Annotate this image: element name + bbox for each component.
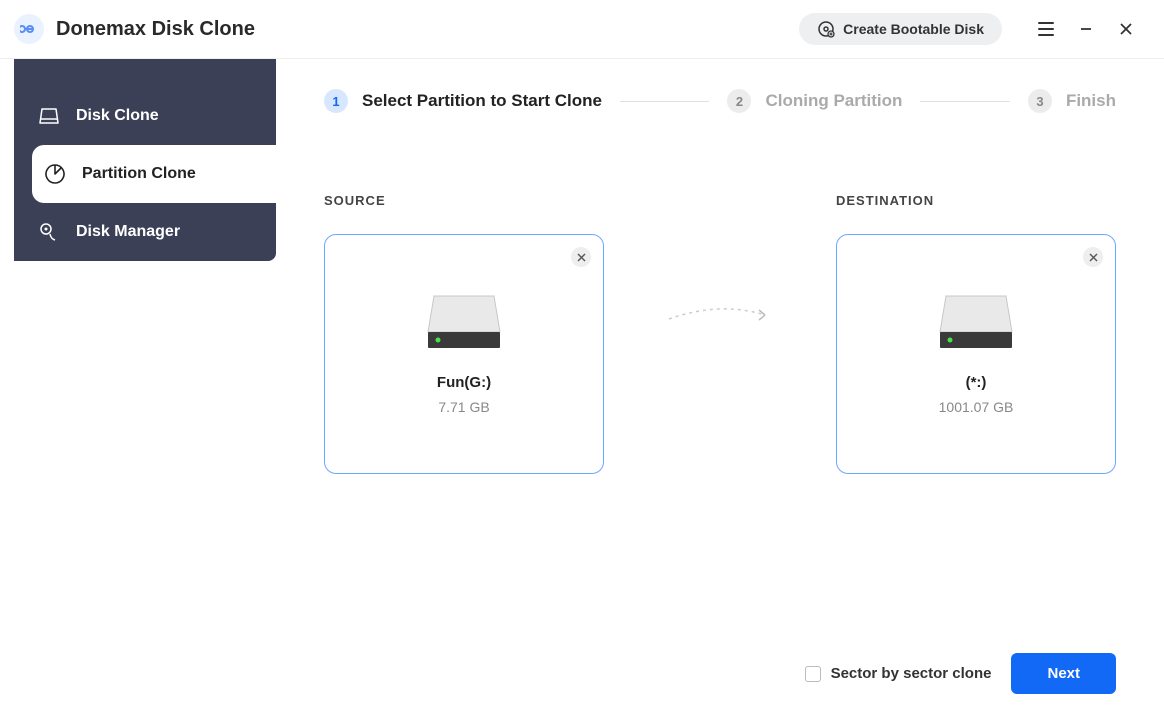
destination-drive-size: 1001.07 GB: [939, 399, 1014, 415]
destination-header: DESTINATION: [836, 193, 1116, 208]
minimize-icon: [1079, 22, 1093, 36]
minimize-button[interactable]: [1066, 11, 1106, 47]
step-label: Select Partition to Start Clone: [362, 91, 602, 111]
close-icon: [1089, 253, 1098, 262]
close-icon: [577, 253, 586, 262]
disk-icon: [38, 105, 60, 127]
destination-drive-card[interactable]: (*:) 1001.07 GB: [836, 234, 1116, 474]
sidebar-item-partition-clone[interactable]: Partition Clone: [32, 145, 276, 203]
checkbox-box: [805, 666, 821, 682]
drive-icon: [936, 294, 1016, 350]
step-label: Cloning Partition: [765, 91, 902, 111]
create-bootable-disk-button[interactable]: Create Bootable Disk: [799, 13, 1002, 45]
disk-icon: [817, 20, 835, 38]
stepper: 1 Select Partition to Start Clone 2 Clon…: [324, 89, 1116, 113]
destination-drive-name: (*:): [966, 374, 987, 391]
content: 1 Select Partition to Start Clone 2 Clon…: [276, 59, 1164, 724]
next-button[interactable]: Next: [1011, 653, 1116, 694]
arrow-icon: [665, 303, 775, 327]
app-logo: [14, 14, 44, 44]
source-drive-card[interactable]: Fun(G:) 7.71 GB: [324, 234, 604, 474]
step-connector: [620, 101, 710, 102]
source-header: SOURCE: [324, 193, 604, 208]
step-connector: [920, 101, 1010, 102]
sidebar-item-disk-clone[interactable]: Disk Clone: [14, 87, 276, 145]
nav-label: Partition Clone: [82, 165, 196, 183]
app-title: Donemax Disk Clone: [56, 18, 255, 41]
clear-source-button[interactable]: [571, 247, 591, 267]
step-number: 3: [1028, 89, 1052, 113]
step-2: 2 Cloning Partition: [727, 89, 902, 113]
step-number: 1: [324, 89, 348, 113]
close-button[interactable]: [1106, 11, 1146, 47]
step-label: Finish: [1066, 91, 1116, 111]
nav-label: Disk Clone: [76, 107, 159, 125]
source-drive-name: Fun(G:): [437, 374, 491, 391]
drive-icon: [424, 294, 504, 350]
arrow: [665, 193, 775, 327]
checkbox-label: Sector by sector clone: [831, 665, 992, 682]
close-icon: [1119, 22, 1133, 36]
manager-icon: [38, 221, 60, 243]
step-number: 2: [727, 89, 751, 113]
menu-button[interactable]: [1026, 11, 1066, 47]
sector-by-sector-checkbox[interactable]: Sector by sector clone: [805, 665, 992, 682]
source-drive-size: 7.71 GB: [438, 399, 489, 415]
step-1: 1 Select Partition to Start Clone: [324, 89, 602, 113]
step-3: 3 Finish: [1028, 89, 1116, 113]
sidebar-item-disk-manager[interactable]: Disk Manager: [14, 203, 276, 261]
titlebar: Donemax Disk Clone Create Bootable Disk: [0, 0, 1164, 59]
nav-label: Disk Manager: [76, 223, 180, 241]
bootable-label: Create Bootable Disk: [843, 21, 984, 37]
sidebar: Disk Clone Partition Clone Disk Manager: [14, 59, 276, 261]
hamburger-icon: [1038, 22, 1054, 36]
partition-icon: [44, 163, 66, 185]
clear-destination-button[interactable]: [1083, 247, 1103, 267]
